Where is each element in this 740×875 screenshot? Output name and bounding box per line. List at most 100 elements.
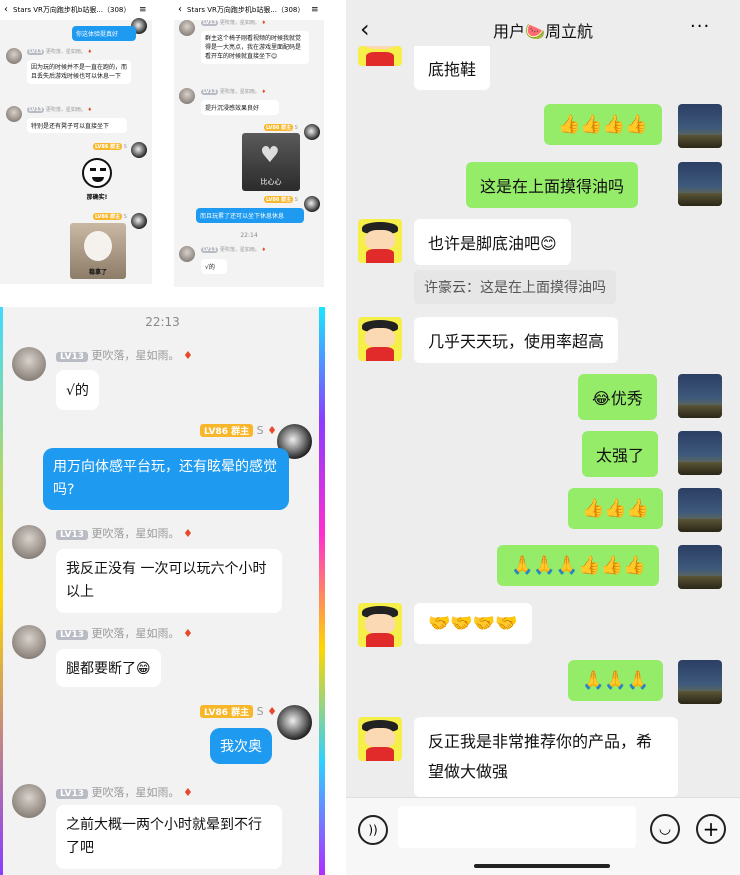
night-avatar[interactable] [678, 545, 722, 589]
p2-msg-b: 提升沉浸感效果良好 [201, 100, 279, 115]
p1-meta-2: LV13 更吹落，星如雨。 ♦ [27, 106, 92, 113]
level-badge: LV13 [56, 352, 88, 362]
owner-s: S [256, 424, 264, 437]
plus-icon[interactable]: + [696, 814, 726, 844]
p1-title: Stars VR万向跑步机b站狠...（308） [13, 6, 131, 14]
quoted-msg[interactable]: 许豪云：这是在上面摸得油吗 [414, 270, 616, 304]
flame-icon: ♦ [261, 89, 267, 95]
back-icon[interactable]: ‹ [178, 0, 182, 20]
p3-girl-avatar[interactable] [12, 347, 46, 381]
wechat-msg: 🙏🙏🙏 [568, 660, 664, 701]
nickname: 更吹落，星如雨。 [45, 107, 86, 113]
p2-owner-avatar-1[interactable] [304, 124, 320, 140]
p1-owner-meta-1: LV86 群主 S [93, 143, 127, 150]
p1-owner-meta-2: LV86 群主 S [93, 213, 127, 220]
p1-girl-avatar-2[interactable] [6, 106, 22, 122]
crayon-avatar[interactable] [358, 603, 402, 647]
back-icon[interactable]: ‹ [4, 0, 8, 20]
night-avatar[interactable] [678, 374, 722, 418]
nickname: 更吹落，星如雨。 [91, 786, 180, 799]
owner-s: S [123, 144, 127, 150]
wechat-msg: 几乎天天玩，使用率超高 [414, 317, 619, 363]
night-avatar[interactable] [678, 431, 722, 475]
level-badge: LV13 [56, 630, 88, 640]
flame-icon: ♦ [183, 627, 193, 640]
panel-2: ‹ Stars VR万向跑步机b站狠...（308） ≡ LV13 更吹落，星如… [174, 0, 324, 287]
p2-girl-avatar-2[interactable] [179, 88, 195, 104]
owner-level-badge: LV86 群主 [93, 213, 123, 220]
crayon-avatar[interactable] [358, 46, 402, 66]
p3-meta: LV13 更吹落，星如雨。 ♦ [56, 347, 193, 363]
level-badge: LV13 [27, 49, 45, 55]
p2-owner-avatar-2[interactable] [304, 196, 320, 212]
p2-title: Stars VR万向跑步机b站狠...（308） [187, 6, 305, 14]
wechat-msg: 也许是脚底油吧😊 [414, 219, 571, 265]
flame-icon: ♦ [183, 349, 193, 362]
owner-s: S [294, 197, 298, 203]
owner-s: S [123, 214, 127, 220]
level-badge: LV13 [201, 89, 219, 95]
message-input[interactable] [398, 806, 636, 848]
wechat-msg: 👍👍👍👍 [544, 104, 662, 145]
meme-face-icon [82, 158, 112, 188]
nickname: 更吹落，星如雨。 [219, 20, 260, 26]
p1-msg-a: 因为玩的时候并不是一直在跑的，而且丢失后游戏时候也可以休息一下 [27, 60, 131, 84]
owner-level-badge: LV86 群主 [93, 143, 123, 150]
smile-icon[interactable]: ◡ [650, 814, 680, 844]
night-avatar[interactable] [678, 162, 722, 206]
level-badge: LV13 [27, 107, 45, 113]
p1-sticker-1: 那确实! [74, 158, 120, 201]
p2-girl-avatar-1[interactable] [179, 20, 195, 36]
crayon-avatar[interactable] [358, 717, 402, 761]
p2-meta-3: LV13 更吹落，星如雨。 ♦ [201, 246, 266, 253]
p3-girl-avatar[interactable] [12, 625, 46, 659]
p3-girl-avatar[interactable] [12, 525, 46, 559]
p3-msg: 我次奥 [210, 728, 272, 764]
p2-girl-avatar-3[interactable] [179, 246, 195, 262]
p2-meta-2: LV13 更吹落，星如雨。 ♦ [201, 88, 266, 95]
p1-girl-avatar-1[interactable] [6, 48, 22, 64]
wechat-msg: 🤝🤝🤝🤝 [414, 603, 532, 644]
p2-time: 22:14 [240, 232, 258, 239]
p2-owner-meta-2: LV86 群主 S [264, 196, 298, 203]
rainbow-edge [319, 307, 325, 875]
flame-icon: ♦ [267, 424, 277, 437]
owner-s: S [294, 125, 298, 131]
crayon-avatar[interactable] [358, 219, 402, 263]
more-icon[interactable]: ··· [690, 16, 710, 37]
wechat-msg: 🙏🙏🙏👍👍👍 [497, 545, 660, 586]
p3-meta: LV13 更吹落，星如雨。 ♦ [56, 625, 193, 641]
night-avatar[interactable] [678, 488, 722, 532]
owner-level-badge: LV86 群主 [264, 196, 294, 203]
menu-icon[interactable]: ≡ [311, 0, 319, 20]
p2-owner-meta-1: LV86 群主 S [264, 124, 298, 131]
level-badge: LV13 [56, 789, 88, 799]
p3-girl-avatar[interactable] [12, 784, 46, 818]
p3-owner-avatar[interactable] [277, 705, 312, 740]
p2-msg-c: 而且玩累了还可以坐下休息休息 [196, 208, 304, 223]
wechat-msg: 😂优秀 [578, 374, 657, 420]
voice-icon[interactable]: )) [358, 815, 388, 845]
sticker-caption: 稳拿了 [88, 269, 107, 276]
owner-level-badge: LV86 群主 [200, 705, 254, 718]
panel-wechat: ‹ 用户🍉周立航 ··· 底拖鞋 👍👍👍👍 这是在上面摸得油吗 也许是脚底油吧😊… [346, 0, 740, 875]
p2-header: ‹ Stars VR万向跑步机b站狠...（308） ≡ [174, 0, 324, 20]
wechat-msg: 👍👍👍 [568, 488, 664, 529]
p2-meta-1: LV13 更吹落，星如雨。 ♦ [201, 19, 266, 26]
level-badge: LV13 [201, 247, 219, 253]
flame-icon: ♦ [183, 527, 193, 540]
p1-owner-avatar-2[interactable] [131, 142, 147, 158]
p1-owner-avatar-3[interactable] [131, 213, 147, 229]
p3-owner-meta: LV86 群主 S ♦ [200, 424, 277, 437]
night-avatar[interactable] [678, 104, 722, 148]
p3-owner-meta: LV86 群主 S ♦ [200, 705, 277, 718]
p3-meta: LV13 更吹落，星如雨。 ♦ [56, 784, 193, 800]
night-avatar[interactable] [678, 660, 722, 704]
p3-meta: LV13 更吹落，星如雨。 ♦ [56, 525, 193, 541]
p3-msg: √的 [56, 370, 99, 410]
p3-msg: 腿都要断了😁 [56, 649, 161, 687]
wechat-msg: 太强了 [582, 431, 659, 477]
crayon-avatar[interactable] [358, 317, 402, 361]
p3-msg: 之前大概一两个小时就晕到不行了吧 [56, 805, 282, 869]
menu-icon[interactable]: ≡ [139, 0, 147, 20]
